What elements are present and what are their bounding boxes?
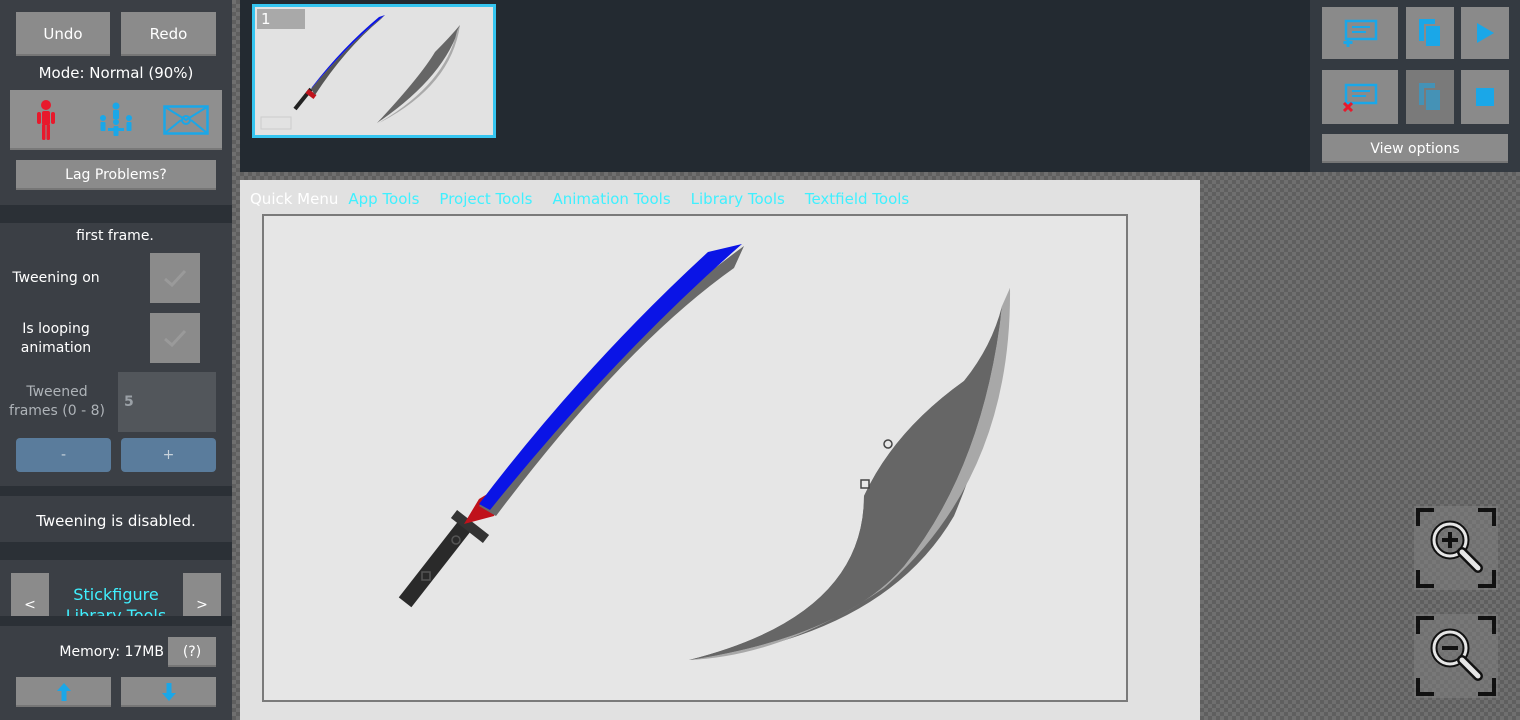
scimitar-figure: [689, 288, 1011, 660]
first-frame-text: first frame.: [76, 228, 154, 244]
tweening-on-checkbox[interactable]: [150, 253, 200, 303]
stickfigure-icon: [37, 100, 55, 140]
looping-label: Is looping animation: [20, 321, 92, 356]
library-selector: < Stickfigure Library Tools >: [0, 560, 232, 616]
group-mode-button[interactable]: [82, 90, 150, 150]
group-stickfigures-icon: [100, 102, 132, 136]
copy-icon: [1419, 19, 1442, 48]
stickfigure-mode-button[interactable]: [10, 90, 82, 150]
zoom-in-icon: [1416, 508, 1496, 588]
arrow-down-icon: [161, 683, 176, 701]
delete-frame-icon: [1342, 83, 1378, 112]
play-icon: [1477, 23, 1494, 43]
menu-quick-menu[interactable]: Quick Menu: [250, 190, 338, 212]
stop-button[interactable]: [1461, 70, 1509, 124]
tweened-frames-input[interactable]: 5: [118, 372, 216, 432]
add-frame-icon: [1343, 19, 1378, 47]
zoom-out-icon: [1416, 616, 1496, 696]
scene-mode-button[interactable]: [150, 90, 222, 150]
tools-menu-bar: Quick Menu App Tools Project Tools Anima…: [250, 190, 929, 212]
tweening-on-label: Tweening on: [12, 270, 100, 286]
checkmark-icon: [164, 329, 187, 348]
zoom-in-button[interactable]: [1414, 506, 1498, 590]
play-button[interactable]: [1461, 7, 1509, 59]
move-down-button[interactable]: [121, 677, 216, 707]
lag-problems-button[interactable]: Lag Problems?: [16, 160, 216, 190]
menu-textfield-tools[interactable]: Textfield Tools: [805, 190, 909, 212]
decrement-button[interactable]: -: [16, 438, 111, 472]
copy-frame-button[interactable]: [1406, 7, 1454, 59]
mode-text: Mode: Normal (90%): [38, 64, 194, 82]
left-sidebar: Undo Redo Mode: Normal (90%) Lag Problem…: [0, 0, 232, 720]
increment-button[interactable]: +: [121, 438, 216, 472]
next-library-button[interactable]: >: [183, 573, 221, 616]
canvas-drawing: [398, 244, 1011, 660]
checkmark-icon: [164, 269, 187, 288]
menu-animation-tools[interactable]: Animation Tools: [552, 190, 670, 212]
move-up-button[interactable]: [16, 677, 111, 707]
paste-frame-button[interactable]: [1406, 70, 1454, 124]
redo-button[interactable]: Redo: [121, 12, 216, 56]
looping-checkbox[interactable]: [150, 313, 200, 363]
paste-icon: [1419, 83, 1442, 112]
playback-controls: View options: [1310, 0, 1520, 172]
menu-library-tools[interactable]: Library Tools: [691, 190, 785, 212]
zoom-out-button[interactable]: [1414, 614, 1498, 698]
stop-icon: [1476, 88, 1494, 106]
memory-text: Memory: 17MB: [59, 644, 164, 660]
tweening-status: Tweening is disabled.: [36, 512, 196, 530]
menu-app-tools[interactable]: App Tools: [348, 190, 419, 212]
sword-figure: [398, 244, 744, 608]
arrow-up-icon: [56, 683, 71, 701]
view-options-button[interactable]: View options: [1322, 134, 1508, 163]
envelope-icon: [163, 105, 209, 135]
sidebar-divider: [0, 486, 232, 496]
undo-button[interactable]: Undo: [16, 12, 110, 56]
sidebar-divider: [0, 616, 232, 626]
prev-library-button[interactable]: <: [11, 573, 49, 616]
add-frame-button[interactable]: [1322, 7, 1398, 59]
memory-help-button[interactable]: (?): [168, 637, 216, 667]
delete-frame-button[interactable]: [1322, 70, 1398, 124]
tweened-frames-label: Tweened frames (0 - 8): [9, 384, 105, 419]
menu-project-tools[interactable]: Project Tools: [439, 190, 532, 212]
sidebar-divider: [0, 542, 232, 560]
frame-preview-drawing: [260, 15, 460, 130]
drawing-canvas[interactable]: [262, 214, 1128, 702]
sidebar-divider: [0, 205, 232, 223]
library-title: Stickfigure Library Tools: [65, 585, 167, 616]
frame-thumbnail[interactable]: 1: [252, 4, 496, 138]
